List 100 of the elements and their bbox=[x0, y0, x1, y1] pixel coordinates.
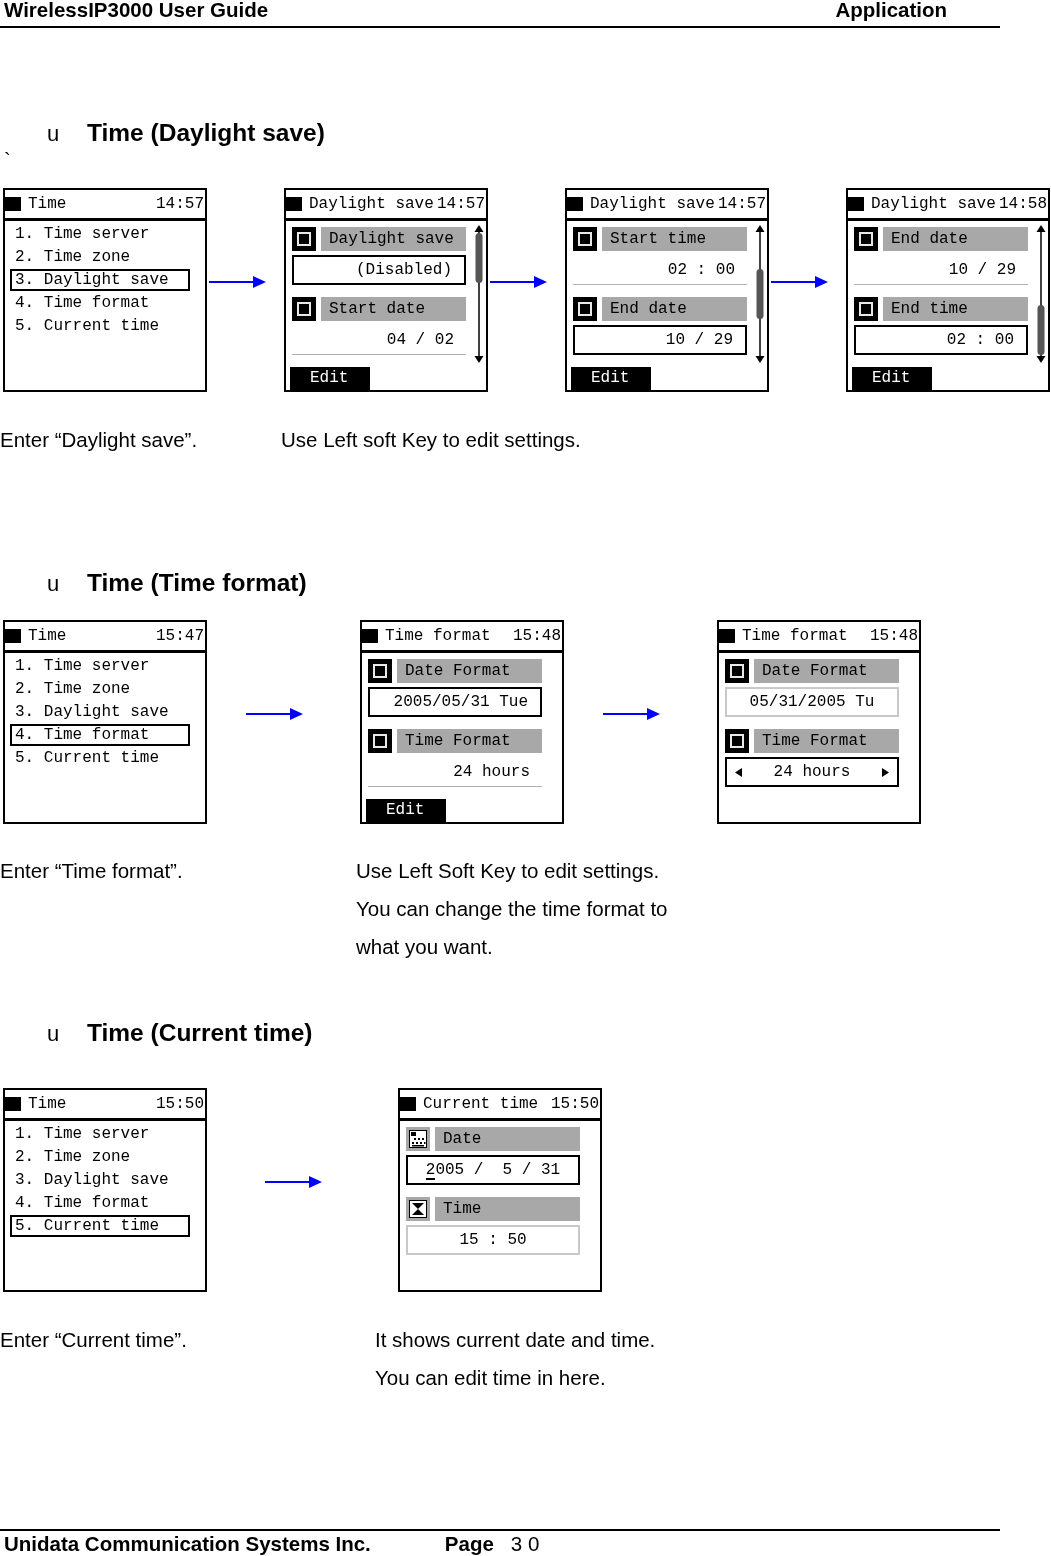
caption: It shows current date and time. bbox=[375, 1327, 656, 1353]
menu-item[interactable]: 2. Time zone bbox=[10, 246, 190, 268]
page-label: Page bbox=[444, 1533, 494, 1555]
menu-item[interactable]: 2. Time zone bbox=[10, 1146, 190, 1168]
value-field[interactable]: 05/31/2005 Tu bbox=[725, 687, 899, 717]
right-arrow-icon bbox=[246, 708, 303, 720]
caption: Enter “Current time”. bbox=[0, 1327, 187, 1353]
square-icon bbox=[368, 729, 392, 753]
caption: Use Left Soft Key to edit settings. bbox=[356, 858, 660, 884]
screen-title: Time bbox=[28, 627, 67, 645]
section-heading: Time (Current time) bbox=[87, 1018, 313, 1048]
square-icon bbox=[573, 227, 597, 251]
setting-label: Date Format bbox=[754, 659, 899, 683]
bullet-mark: u bbox=[47, 120, 61, 148]
caption: Enter “Time format”. bbox=[0, 858, 183, 884]
value-field[interactable]: 02 : 00 bbox=[573, 255, 747, 285]
company-name: Unidata Communication Systems Inc. bbox=[4, 1533, 371, 1555]
clock-time: 14:57 bbox=[156, 195, 204, 213]
screen-title: Time format bbox=[742, 627, 848, 645]
menu-item[interactable]: 4. Time format bbox=[10, 292, 190, 314]
value-field[interactable]: 10 / 29 bbox=[854, 255, 1028, 285]
square-icon bbox=[854, 297, 878, 321]
bullet-mark: u bbox=[47, 570, 61, 598]
bullet-mark: u bbox=[47, 1020, 61, 1048]
menu-item[interactable]: 4. Time format bbox=[10, 724, 190, 746]
caption: Enter “Daylight save”. bbox=[0, 427, 198, 453]
square-icon bbox=[573, 297, 597, 321]
screen-title: Time bbox=[28, 1095, 67, 1113]
setting-label: End time bbox=[883, 297, 1028, 321]
clock-time: 15:48 bbox=[513, 627, 561, 645]
clock-time: 15:48 bbox=[870, 627, 918, 645]
value-field[interactable]: 02 : 00 bbox=[854, 325, 1028, 355]
setting-label: Start time bbox=[602, 227, 747, 251]
square-icon bbox=[725, 729, 749, 753]
section-heading: Time (Daylight save) bbox=[87, 118, 325, 148]
softkey-button[interactable]: Edit bbox=[366, 799, 446, 822]
menu-item[interactable]: 5. Current time bbox=[10, 1215, 190, 1237]
clock-time: 15:47 bbox=[156, 627, 204, 645]
setting-label: Date Format bbox=[397, 659, 542, 683]
square-icon bbox=[292, 297, 316, 321]
menu-item[interactable]: 1. Time server bbox=[10, 655, 190, 677]
screen-title: Current time bbox=[423, 1095, 539, 1113]
screen-title: Daylight save bbox=[871, 195, 996, 213]
softkey-button[interactable]: Edit bbox=[571, 367, 651, 390]
right-arrow-icon bbox=[771, 276, 828, 288]
menu-item[interactable]: 1. Time server bbox=[10, 1123, 190, 1145]
clock-time: 14:58 bbox=[999, 195, 1047, 213]
menu-item[interactable]: 3. Daylight save bbox=[10, 269, 190, 291]
right-arrow-icon bbox=[603, 708, 660, 720]
setting-label: Time bbox=[435, 1197, 580, 1221]
menu-item[interactable]: 4. Time format bbox=[10, 1192, 190, 1214]
right-arrow-icon bbox=[265, 1176, 322, 1188]
section-heading: Time (Time format) bbox=[87, 568, 307, 598]
menu-item[interactable]: 5. Current time bbox=[10, 747, 190, 769]
square-icon bbox=[725, 659, 749, 683]
clock-time: 15:50 bbox=[156, 1095, 204, 1113]
setting-label: Daylight save bbox=[321, 227, 466, 251]
value-field[interactable]: (Disabled) bbox=[292, 255, 466, 285]
menu-item[interactable]: 5. Current time bbox=[10, 315, 190, 337]
right-arrow-icon bbox=[490, 276, 547, 288]
caption: You can change the time format to what you want. bbox=[356, 896, 669, 960]
menu-item[interactable]: 3. Daylight save bbox=[10, 1169, 190, 1191]
right-triangle-icon[interactable] bbox=[882, 767, 889, 777]
menu-item[interactable]: 2. Time zone bbox=[10, 678, 190, 700]
caption: Use Left soft Key to edit settings. bbox=[281, 427, 581, 453]
softkey-button[interactable]: Edit bbox=[852, 367, 932, 390]
setting-label: Date bbox=[435, 1127, 580, 1151]
hourglass-icon bbox=[406, 1197, 430, 1221]
stray-mark: ` bbox=[4, 149, 11, 171]
screen-title: Time bbox=[28, 195, 67, 213]
document-title: WirelessIP3000 User Guide bbox=[4, 0, 269, 20]
setting-label: End date bbox=[883, 227, 1028, 251]
value-field[interactable]: 2005/05/31 Tue bbox=[368, 687, 542, 717]
page-number: 3 0 bbox=[510, 1533, 540, 1555]
softkey-button[interactable]: Edit bbox=[290, 367, 370, 390]
menu-item[interactable]: 1. Time server bbox=[10, 223, 190, 245]
right-arrow-icon bbox=[209, 276, 266, 288]
left-triangle-icon[interactable] bbox=[735, 767, 742, 777]
setting-label: End date bbox=[602, 297, 747, 321]
square-icon bbox=[292, 227, 316, 251]
chapter-title: Application bbox=[835, 0, 947, 20]
value-field[interactable]: 2005 / 5 / 31 bbox=[406, 1155, 580, 1185]
value-field[interactable]: 10 / 29 bbox=[573, 325, 747, 355]
caption: You can edit time in here. bbox=[375, 1365, 606, 1391]
clock-time: 15:50 bbox=[551, 1095, 599, 1113]
setting-label: Start date bbox=[321, 297, 466, 321]
screen-title: Daylight save bbox=[309, 195, 434, 213]
clock-time: 14:57 bbox=[437, 195, 485, 213]
screen-title: Time format bbox=[385, 627, 491, 645]
clock-time: 14:57 bbox=[718, 195, 766, 213]
value-field[interactable]: 24 hours bbox=[368, 757, 542, 787]
value-field[interactable]: 04 / 02 bbox=[292, 325, 466, 355]
square-icon bbox=[854, 227, 878, 251]
menu-item[interactable]: 3. Daylight save bbox=[10, 701, 190, 723]
setting-label: Time Format bbox=[754, 729, 899, 753]
square-icon bbox=[368, 659, 392, 683]
calendar-icon bbox=[406, 1127, 430, 1151]
value-field[interactable]: 15 : 50 bbox=[406, 1225, 580, 1255]
screen-title: Daylight save bbox=[590, 195, 715, 213]
value-field[interactable]: 24 hours bbox=[725, 757, 899, 787]
